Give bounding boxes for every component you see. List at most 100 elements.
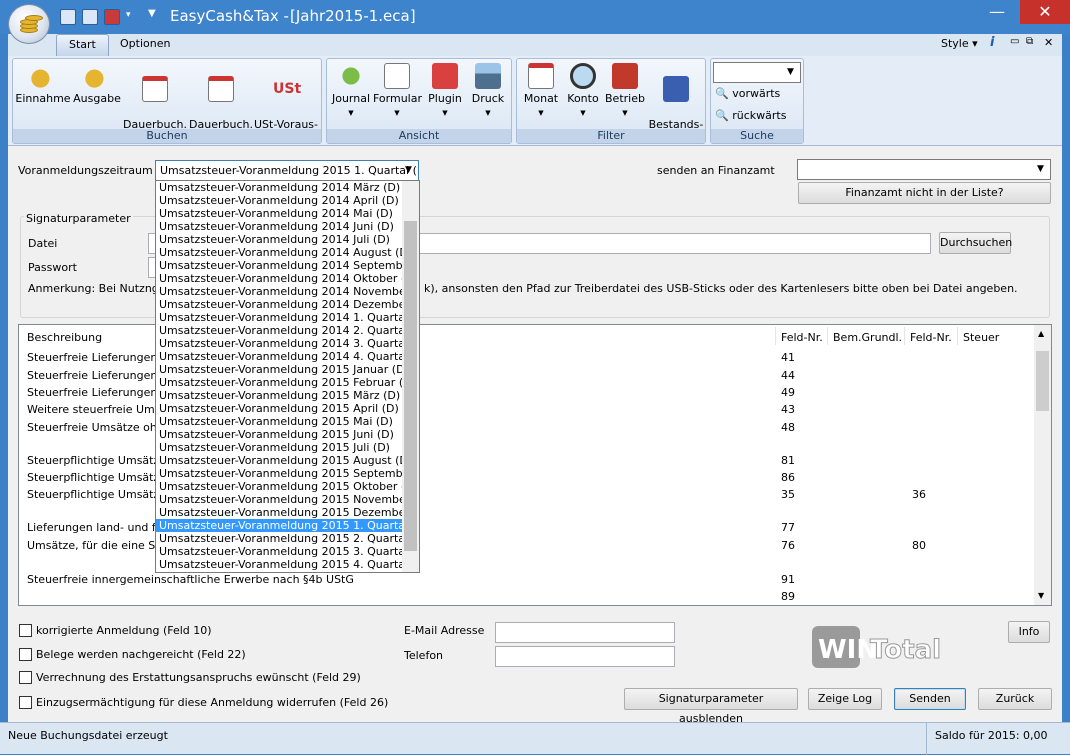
dropdown-option[interactable]: Umsatzsteuer-Voranmeldung 2014 3. Quarta… [156,337,419,350]
dropdown-option[interactable]: Umsatzsteuer-Voranmeldung 2015 4. Quarta… [156,558,419,571]
formular-button[interactable]: Formular ▼ [373,63,422,120]
header-feld-nr-1[interactable]: Feld-Nr. [781,331,823,344]
tab-optionen[interactable]: Optionen [108,34,182,56]
table-row-feld-nr: 48 [781,421,795,434]
show-log-button[interactable]: Zeige Log [808,688,882,710]
dropdown-option[interactable]: Umsatzsteuer-Voranmeldung 2015 März (D) [156,389,419,402]
dropdown-option[interactable]: Umsatzsteuer-Voranmeldung 2015 Mai (D) [156,415,419,428]
group-label-buchen: Buchen [13,129,321,143]
betrieb-button[interactable]: Betrieb ▼ [603,63,647,120]
header-beschreibung[interactable]: Beschreibung [27,331,102,344]
scroll-up-icon[interactable]: ▲ [1038,329,1044,338]
header-bem-grundl[interactable]: Bem.Grundl. [833,331,902,344]
ausgabe-button[interactable]: Ausgabe [71,63,123,105]
journal-button[interactable]: Journal ▼ [329,63,373,120]
chevron-down-icon[interactable]: ▼ [1033,161,1048,178]
dropdown-option[interactable]: Umsatzsteuer-Voranmeldung 2014 September… [156,259,419,272]
puzzle-icon [432,63,458,89]
finanzamt-not-listed-button[interactable]: Finanzamt nicht in der Liste? [798,182,1051,204]
email-label: E-Mail Adresse [404,624,485,637]
period-select[interactable]: Umsatzsteuer-Voranmeldung 2015 1. Quarta… [155,160,419,181]
dropdown-option[interactable]: Umsatzsteuer-Voranmeldung 2015 1. Quarta… [156,519,419,532]
dropdown-option[interactable]: Umsatzsteuer-Voranmeldung 2015 2. Quarta… [156,532,419,545]
dropdown-option[interactable]: Umsatzsteuer-Voranmeldung 2015 Oktober (… [156,480,419,493]
back-button[interactable]: Zurück [978,688,1052,710]
send-button[interactable]: Senden [894,688,966,710]
income-icon [30,63,56,89]
table-row-feld-nr: 77 [781,521,795,534]
close-button[interactable]: ✕ [1020,0,1070,24]
dropdown-option[interactable]: Umsatzsteuer-Voranmeldung 2015 April (D) [156,402,419,415]
dropdown-option[interactable]: Umsatzsteuer-Voranmeldung 2015 November … [156,493,419,506]
dropdown-option[interactable]: Umsatzsteuer-Voranmeldung 2015 August (D… [156,454,419,467]
customize-toolbar-icon[interactable]: ▼ [148,8,156,19]
dropdown-option[interactable]: Umsatzsteuer-Voranmeldung 2015 Januar (D… [156,363,419,376]
note-text-right: k), ansonsten den Pfad zur Treiberdatei … [424,282,1018,295]
dropdown-option[interactable]: Umsatzsteuer-Voranmeldung 2014 Oktober (… [156,272,419,285]
style-menu[interactable]: Style ▾ [941,37,978,50]
tab-start[interactable]: Start [56,34,109,56]
dropdown-option[interactable]: Umsatzsteuer-Voranmeldung 2015 Juli (D) [156,441,419,454]
dropdown-option[interactable]: Umsatzsteuer-Voranmeldung 2014 Juli (D) [156,233,419,246]
dropdown-option[interactable]: Umsatzsteuer-Voranmeldung 2014 November … [156,285,419,298]
quick-access-dropdown-icon[interactable]: ▾ [126,10,131,20]
info-button[interactable]: Info [1008,621,1050,643]
scroll-down-icon[interactable]: ▼ [1038,591,1044,600]
ribbon-close-icon[interactable]: ✕ [1044,36,1053,49]
ribbon-restore-icon[interactable]: ⧉ [1026,36,1033,47]
finanzamt-label: senden an Finanzamt [657,164,775,177]
finanzamt-select[interactable]: ▼ [797,159,1051,180]
plugin-button[interactable]: Plugin ▼ [423,63,467,120]
browse-button[interactable]: Durchsuchen [939,232,1012,254]
table-scrollbar[interactable]: ▲ ▼ [1034,325,1051,605]
table-row-feld-nr: 35 [781,488,795,501]
minimize-button[interactable]: — [974,0,1020,24]
dropdown-option[interactable]: Umsatzsteuer-Voranmeldung 2015 September… [156,467,419,480]
dropdown-option[interactable]: Umsatzsteuer-Voranmeldung 2015 Dezember … [156,506,419,519]
search-backward-button[interactable]: 🔍 rückwärts [715,109,786,122]
search-forward-button[interactable]: 🔍 vorwärts [715,87,780,100]
calendar-gear-icon [208,76,234,102]
period-dropdown-list[interactable]: Umsatzsteuer-Voranmeldung 2014 März (D) U… [155,180,420,573]
druck-button[interactable]: Druck ▼ [467,63,509,120]
chevron-down-icon[interactable]: ▼ [401,162,416,179]
dropdown-option[interactable]: Umsatzsteuer-Voranmeldung 2014 August (D… [156,246,419,259]
dropdown-option[interactable]: Umsatzsteuer-Voranmeldung 2014 4. Quarta… [156,350,419,363]
header-feld-nr-2[interactable]: Feld-Nr. [910,331,952,344]
einnahme-button[interactable]: Einnahme [15,63,71,105]
dropdown-option[interactable]: Umsatzsteuer-Voranmeldung 2014 Mai (D) [156,207,419,220]
scroll-thumb[interactable] [1036,351,1049,411]
dropdown-option[interactable]: Umsatzsteuer-Voranmeldung 2014 Juni (D) [156,220,419,233]
dropdown-option[interactable]: Umsatzsteuer-Voranmeldung 2014 März (D) [156,181,419,194]
dropdown-scrollbar[interactable] [402,181,419,572]
signature-hide-button[interactable]: Signaturparameter ausblenden [624,688,798,725]
edit-icon[interactable] [82,9,98,25]
monat-button[interactable]: Monat ▼ [519,63,563,120]
konto-button[interactable]: Konto ▼ [563,63,603,120]
info-icon[interactable]: i [990,35,994,50]
dropdown-option[interactable]: Umsatzsteuer-Voranmeldung 2015 Februar (… [156,376,419,389]
dropdown-option[interactable]: Umsatzsteuer-Voranmeldung 2014 2. Quarta… [156,324,419,337]
cash-register-icon [663,76,689,102]
factory-icon [612,63,638,89]
dropdown-option[interactable]: Umsatzsteuer-Voranmeldung 2014 1. Quarta… [156,311,419,324]
search-combo[interactable]: ▼ [713,62,801,83]
table-row-description: Umsätze, für die eine Steu [27,539,174,552]
phone-input[interactable] [495,646,675,667]
app-menu-button[interactable] [8,4,50,44]
dropdown-option[interactable]: Umsatzsteuer-Voranmeldung 2014 April (D) [156,194,419,207]
chevron-down-icon[interactable]: ▼ [783,64,798,81]
plugin-icon[interactable] [104,9,120,25]
restore-icon[interactable]: ▭ [1010,36,1019,47]
svg-text:Total: Total [870,635,941,665]
save-icon[interactable] [60,9,76,25]
dropdown-option[interactable]: Umsatzsteuer-Voranmeldung 2014 Dezember … [156,298,419,311]
dropdown-scroll-thumb[interactable] [404,221,417,551]
status-text: Neue Buchungsdatei erzeugt [8,729,168,742]
dropdown-option[interactable]: Umsatzsteuer-Voranmeldung 2015 3. Quarta… [156,545,419,558]
group-ansicht: Journal ▼ Formular ▼ Plugin ▼ Druck ▼ Ansich… [326,58,512,144]
header-steuer[interactable]: Steuer [963,331,999,344]
group-buchen: Einnahme Ausgabe Dauerbuch. eingeben Dau… [12,58,322,144]
email-input[interactable] [495,622,675,643]
dropdown-option[interactable]: Umsatzsteuer-Voranmeldung 2015 Juni (D) [156,428,419,441]
